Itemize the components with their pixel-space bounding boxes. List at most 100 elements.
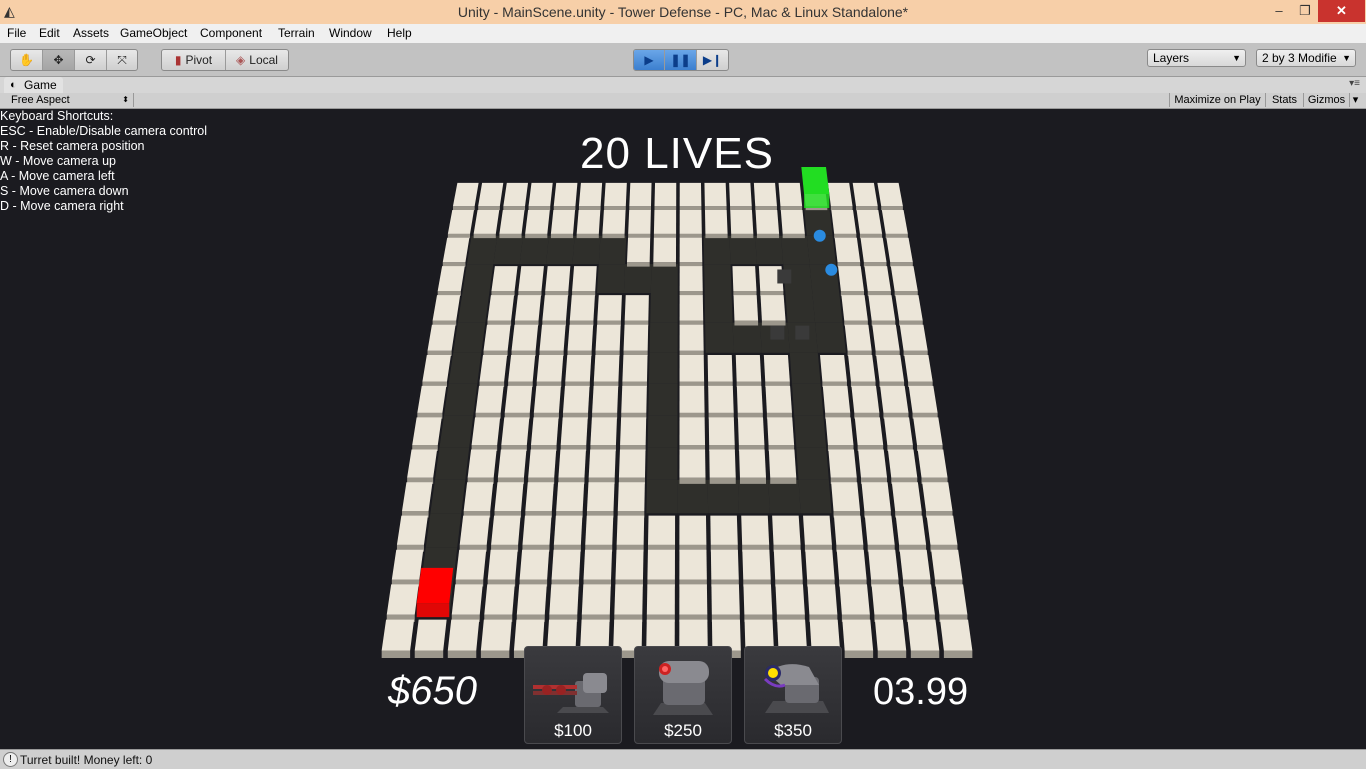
board-tile[interactable] — [868, 295, 896, 321]
board-tile[interactable] — [479, 354, 508, 382]
menu-component[interactable]: Component — [200, 26, 262, 40]
board-tile[interactable] — [623, 324, 649, 351]
board-tile[interactable] — [868, 549, 899, 580]
board-tile[interactable] — [679, 295, 704, 321]
board-tile[interactable] — [545, 266, 571, 291]
board-tile[interactable] — [709, 449, 736, 478]
board-tile[interactable] — [834, 237, 861, 263]
board-tile[interactable] — [525, 209, 550, 234]
pause-icon[interactable]: ❚❚ — [665, 50, 697, 70]
board-tile[interactable] — [530, 417, 559, 445]
board-tile[interactable] — [679, 237, 703, 263]
board-tile[interactable] — [522, 515, 552, 545]
board-tile[interactable] — [588, 449, 616, 478]
board-tile[interactable] — [402, 482, 433, 511]
hand-tool-icon[interactable]: ✋ — [11, 50, 43, 70]
layout-dropdown[interactable]: 2 by 3 Modifie ▼ — [1256, 49, 1356, 67]
board-tile[interactable] — [679, 354, 705, 382]
board-tile[interactable] — [626, 237, 651, 263]
board-tile[interactable] — [708, 417, 735, 445]
board-tile[interactable] — [556, 482, 585, 511]
board-tile[interactable] — [569, 295, 595, 321]
board-tile[interactable] — [539, 324, 566, 351]
board-tile[interactable] — [679, 324, 704, 351]
scale-tool-icon[interactable]: ⤧ — [107, 50, 137, 70]
menu-assets[interactable]: Assets — [73, 26, 109, 40]
board-tile[interactable] — [917, 449, 948, 478]
board-tile[interactable] — [854, 417, 884, 445]
board-tile[interactable] — [730, 209, 754, 234]
board-tile[interactable] — [679, 515, 707, 545]
board-tile[interactable] — [475, 385, 504, 413]
board-tile[interactable] — [519, 549, 550, 580]
menu-window[interactable]: Window — [329, 26, 372, 40]
board-tile[interactable] — [833, 515, 864, 545]
board-tile[interactable] — [772, 515, 801, 545]
board-tile[interactable] — [583, 549, 613, 580]
board-tile[interactable] — [763, 354, 790, 382]
board-tile[interactable] — [819, 354, 847, 382]
board-tile[interactable] — [487, 295, 515, 321]
board-tile[interactable] — [622, 354, 648, 382]
board-tile[interactable] — [648, 515, 676, 545]
board-tile[interactable] — [753, 182, 777, 207]
board-tile[interactable] — [586, 482, 615, 511]
board-tile[interactable] — [805, 549, 835, 580]
board-tile[interactable] — [874, 619, 907, 651]
board-tile[interactable] — [553, 515, 583, 545]
board-tile[interactable] — [592, 385, 619, 413]
board-tile[interactable] — [737, 417, 765, 445]
board-tile[interactable] — [647, 549, 675, 580]
board-tile[interactable] — [904, 354, 933, 382]
board-tile[interactable] — [480, 619, 512, 651]
board-tile[interactable] — [733, 295, 759, 321]
board-tile[interactable] — [803, 515, 832, 545]
board-tile[interactable] — [825, 417, 854, 445]
board-tile[interactable] — [618, 449, 646, 478]
gizmos-button[interactable]: Gizmos — [1303, 93, 1349, 107]
board-tile[interactable] — [422, 354, 451, 382]
board-tile[interactable] — [872, 324, 900, 351]
board-tile[interactable] — [732, 266, 757, 291]
board-tile[interactable] — [437, 266, 465, 291]
board-tile[interactable] — [549, 584, 579, 615]
board-tile[interactable] — [828, 449, 857, 478]
board-tile[interactable] — [590, 417, 617, 445]
board-tile[interactable] — [494, 482, 524, 511]
board-tile[interactable] — [831, 209, 857, 234]
board-tile[interactable] — [935, 584, 968, 615]
gatling-turret-button[interactable]: $100 — [524, 646, 622, 744]
board-tile[interactable] — [553, 182, 578, 207]
board-tile[interactable] — [765, 385, 792, 413]
board-tile[interactable] — [736, 385, 763, 413]
board-tile[interactable] — [679, 449, 706, 478]
board-tile[interactable] — [491, 266, 518, 291]
board-tile[interactable] — [560, 417, 588, 445]
board-tile[interactable] — [839, 584, 870, 615]
board-tile[interactable] — [620, 417, 647, 445]
board-tile[interactable] — [508, 354, 536, 382]
board-tile[interactable] — [903, 584, 935, 615]
maximize-on-play-button[interactable]: Maximize on Play — [1169, 93, 1265, 107]
board-tile[interactable] — [432, 295, 461, 321]
board-tile[interactable] — [778, 182, 803, 207]
board-tile[interactable] — [616, 515, 645, 545]
board-tile[interactable] — [704, 182, 727, 207]
board-tile[interactable] — [381, 619, 415, 651]
board-tile[interactable] — [452, 182, 479, 207]
board-tile[interactable] — [442, 237, 470, 263]
board-tile[interactable] — [735, 354, 762, 382]
board-tile[interactable] — [842, 619, 874, 651]
board-tile[interactable] — [773, 549, 803, 580]
board-tile[interactable] — [417, 385, 447, 413]
board-tile[interactable] — [913, 417, 943, 445]
board-tile[interactable] — [602, 209, 626, 234]
board-tile[interactable] — [604, 182, 627, 207]
board-tile[interactable] — [386, 584, 419, 615]
step-icon[interactable]: ▶❙ — [697, 50, 728, 70]
board-tile[interactable] — [679, 209, 702, 234]
board-tile[interactable] — [483, 324, 511, 351]
board-tile[interactable] — [780, 209, 805, 234]
menu-terrain[interactable]: Terrain — [278, 26, 315, 40]
board-tile[interactable] — [775, 584, 805, 615]
